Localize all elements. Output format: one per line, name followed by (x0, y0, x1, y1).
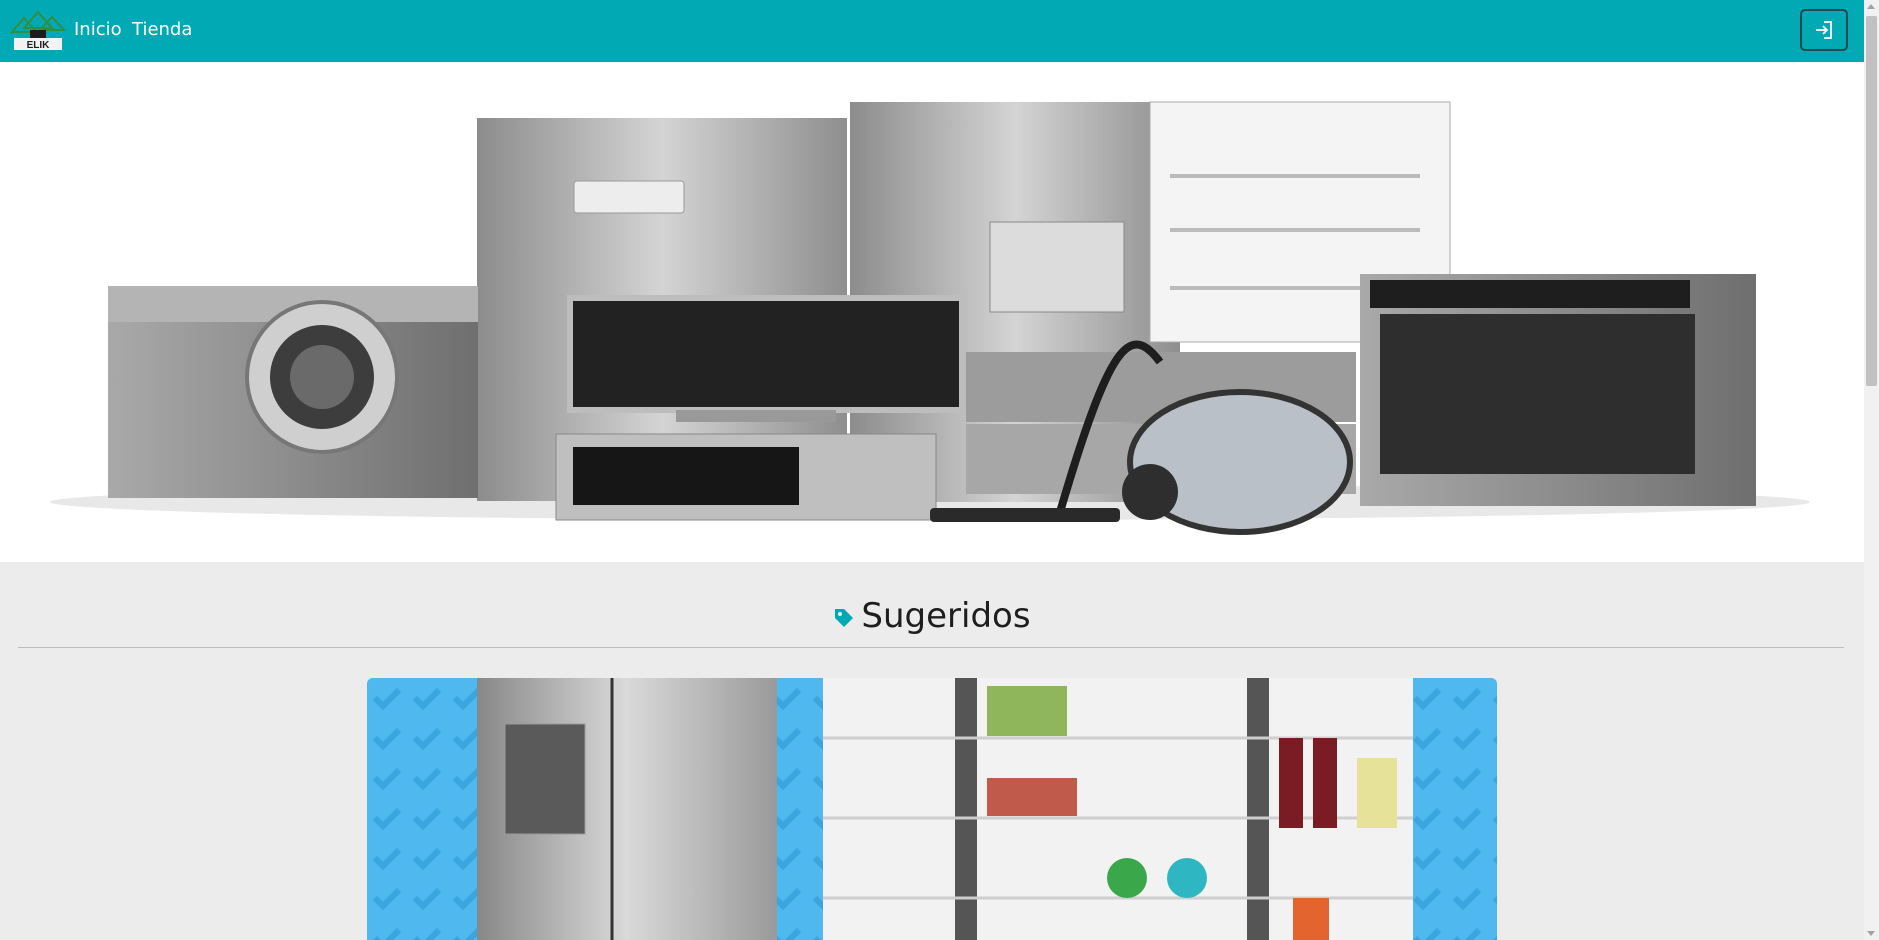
suggested-product-banner[interactable] (367, 678, 1497, 940)
sign-in-icon (1816, 21, 1832, 39)
top-navbar: ELIK Inicio Tienda (0, 0, 1864, 62)
nav-link-tienda[interactable]: Tienda (132, 19, 192, 40)
suggested-section-title: Sugeridos (0, 596, 1864, 638)
hero-appliances-image (0, 62, 1864, 562)
suggested-title-text: Sugeridos (861, 596, 1031, 636)
login-button[interactable] (1800, 9, 1848, 51)
scroll-down-arrow-icon[interactable] (1867, 931, 1875, 936)
nav-link-inicio[interactable]: Inicio (74, 19, 122, 40)
scroll-thumb[interactable] (1866, 16, 1877, 386)
section-divider (18, 647, 1844, 648)
tag-icon (833, 598, 855, 638)
elik-logo[interactable]: ELIK (9, 8, 67, 54)
logo-text: ELIK (27, 40, 51, 51)
page-scrollbar[interactable] (1864, 0, 1879, 940)
scroll-up-arrow-icon[interactable] (1867, 4, 1875, 9)
